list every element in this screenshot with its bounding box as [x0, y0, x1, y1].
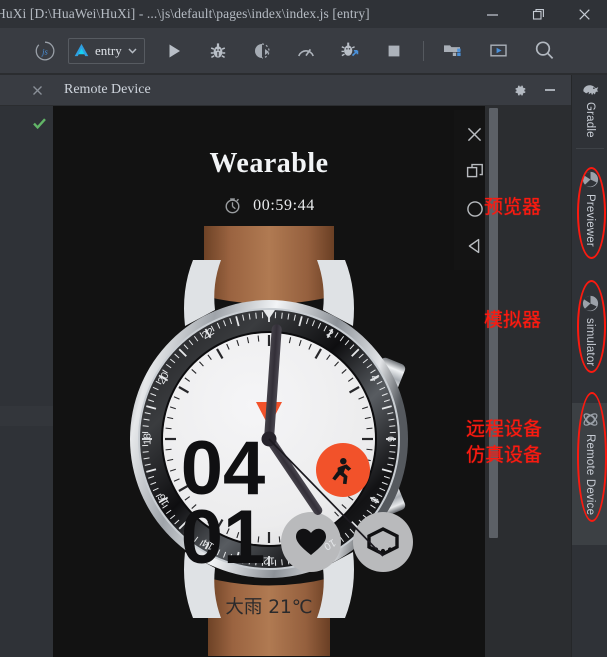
- bezel-number: 12: [263, 555, 275, 567]
- sidebar-separator-1: [576, 148, 604, 149]
- search-everywhere-button[interactable]: [528, 34, 562, 68]
- annotation-ellipse-simulator: [577, 280, 606, 373]
- debug-button[interactable]: [201, 34, 235, 68]
- restore-button[interactable]: [515, 0, 561, 28]
- main-toolbar: js entry: [0, 28, 607, 74]
- toolbar-divider: [422, 40, 424, 61]
- chevron-down-icon[interactable]: [127, 45, 138, 56]
- annotation-ellipse-remote-device: [577, 392, 607, 522]
- minimize-icon[interactable]: [543, 83, 557, 97]
- device-preview-canvas[interactable]: Wearable 00:59:44 04 01 大雨 21℃ 2 4 6 8 1…: [53, 106, 485, 657]
- bezel-number: 6: [385, 436, 397, 442]
- left-editor-body: [0, 106, 53, 657]
- sidebar-item-gradle[interactable]: Gradle: [572, 75, 607, 138]
- attach-debugger-button[interactable]: [333, 34, 367, 68]
- run-button[interactable]: [157, 34, 191, 68]
- run-coverage-button[interactable]: [245, 34, 279, 68]
- profiler-button[interactable]: [289, 34, 323, 68]
- window-title: HuXi [D:\HuaWei\HuXi] - ...\js\default\p…: [0, 6, 370, 21]
- annotation-remote-device-line1: 远程设备: [466, 418, 543, 440]
- run-configuration-label: entry: [95, 42, 122, 58]
- annotation-remote-device-line2: 仿真设备: [466, 444, 543, 466]
- title-bar: HuXi [D:\HuaWei\HuXi] - ...\js\default\p…: [0, 0, 607, 28]
- close-icon[interactable]: [32, 85, 43, 96]
- minimize-button[interactable]: [469, 0, 515, 28]
- left-strip-segment: [0, 406, 53, 426]
- window-controls: [469, 0, 607, 28]
- tool-window-title: Remote Device: [64, 82, 151, 97]
- check-mark-icon: [32, 116, 47, 136]
- stop-button[interactable]: [377, 34, 411, 68]
- stopwatch-icon: [223, 196, 242, 215]
- run-configuration-selector[interactable]: entry: [68, 37, 145, 64]
- watch-render: 04 01 大雨 21℃ 2 4 6 8 10 12 14 16 18 20 22: [53, 226, 485, 656]
- gradle-elephant-icon: [582, 82, 599, 97]
- ide-window: HuXi [D:\HuaWei\HuXi] - ...\js\default\p…: [0, 0, 607, 657]
- js-sync-icon[interactable]: js: [28, 34, 62, 68]
- annotation-previewer: 预览器: [484, 196, 542, 218]
- left-editor-tab[interactable]: s: [0, 75, 53, 106]
- device-scroll-column[interactable]: [485, 106, 503, 657]
- bezel-number: 18: [141, 433, 153, 445]
- watch-weather-line: 大雨 21℃: [225, 597, 312, 618]
- device-title: Wearable: [209, 148, 329, 179]
- project-structure-button[interactable]: [436, 34, 470, 68]
- tool-window-actions: [512, 83, 557, 98]
- device-session-timer: 00:59:44: [53, 196, 485, 215]
- watch-minute-digits: 01: [181, 495, 266, 580]
- annotation-ellipse-previewer: [577, 167, 606, 259]
- device-timer-value: 00:59:44: [253, 196, 315, 214]
- app-logo-icon: [73, 42, 90, 59]
- weather-complication-bg: [353, 512, 413, 572]
- right-gutter: [503, 106, 571, 657]
- device-manager-button[interactable]: [482, 34, 516, 68]
- left-tool-strip: s: [0, 75, 53, 657]
- gear-icon[interactable]: [512, 83, 527, 98]
- sidebar-item-gradle-label: Gradle: [584, 102, 596, 138]
- tool-window-header: Remote Device: [53, 75, 571, 106]
- close-button[interactable]: [561, 0, 607, 28]
- svg-text:js: js: [41, 46, 48, 56]
- annotation-simulator: 模拟器: [484, 309, 542, 331]
